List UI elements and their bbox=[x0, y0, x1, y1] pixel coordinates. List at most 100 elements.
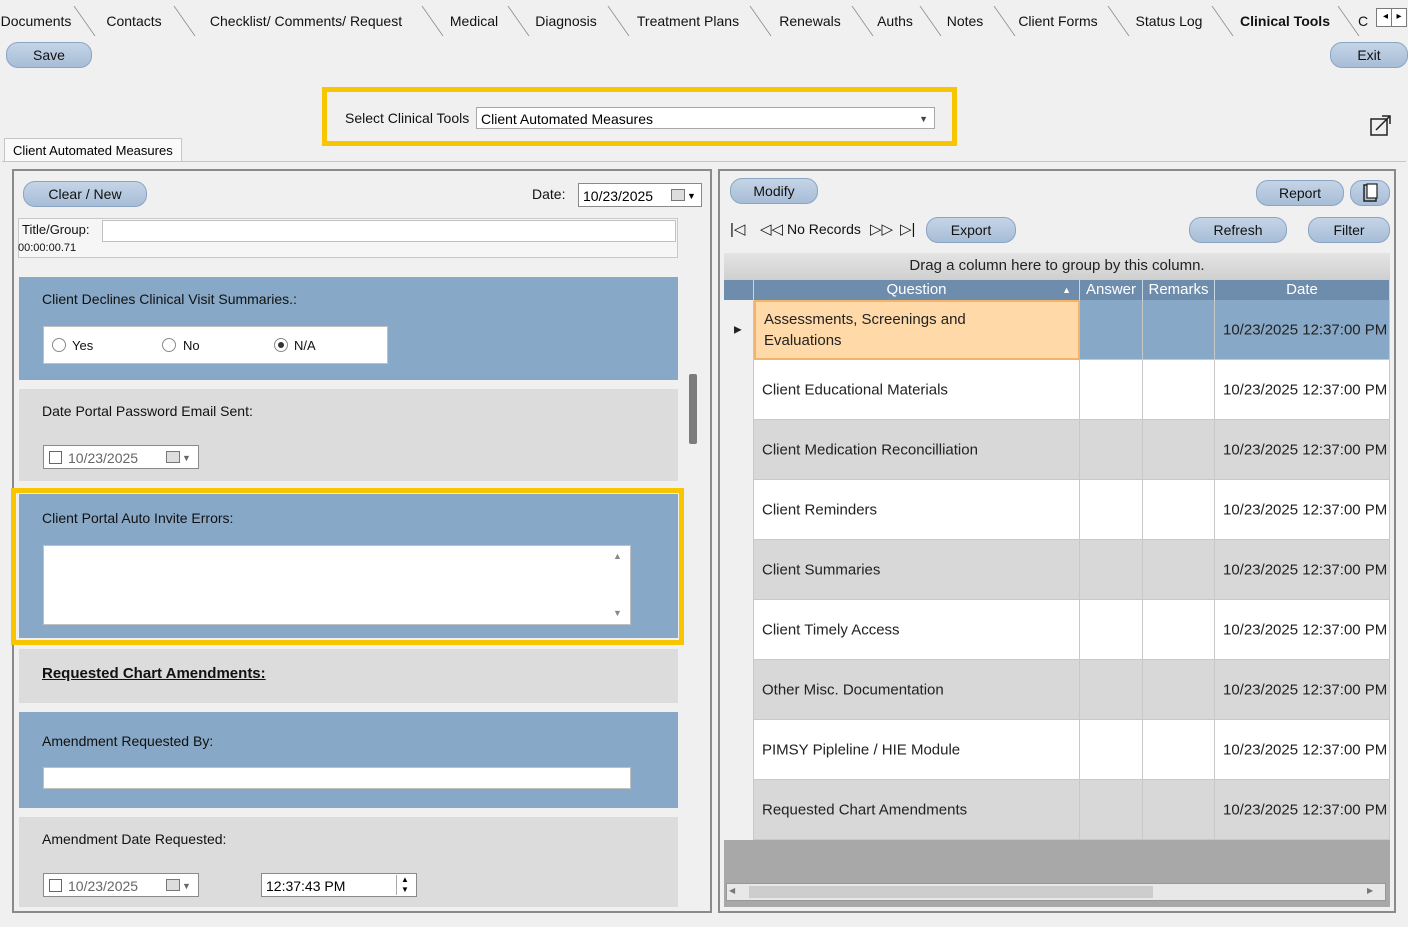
first-record-icon[interactable]: |◁ bbox=[730, 220, 745, 238]
clinical-tools-dropdown[interactable]: Client Automated Measures ▼ bbox=[476, 107, 935, 129]
table-row[interactable]: Client Educational Materials 10/23/2025 1… bbox=[724, 360, 1390, 420]
radio-yes[interactable] bbox=[52, 338, 66, 352]
tab-overflow[interactable]: C bbox=[1356, 8, 1370, 34]
cell-date[interactable]: 10/23/2025 12:37:00 PM bbox=[1215, 300, 1390, 360]
cell-remarks[interactable] bbox=[1143, 780, 1215, 840]
horizontal-scrollbar[interactable]: ◀ ▶ bbox=[726, 883, 1386, 901]
cell-answer[interactable] bbox=[1080, 660, 1143, 720]
cell-date[interactable]: 10/23/2025 12:37:00 PM bbox=[1215, 360, 1390, 420]
cell-answer[interactable] bbox=[1080, 600, 1143, 660]
title-group-input[interactable] bbox=[102, 220, 676, 242]
table-row[interactable]: Client Summaries 10/23/2025 12:37:00 PM bbox=[724, 540, 1390, 600]
cell-question[interactable]: Other Misc. Documentation bbox=[754, 660, 1080, 720]
table-row[interactable]: Client Timely Access 10/23/2025 12:37:00 … bbox=[724, 600, 1390, 660]
calendar-icon[interactable] bbox=[166, 451, 180, 463]
cell-remarks[interactable] bbox=[1143, 600, 1215, 660]
scroll-up-icon[interactable]: ▲ bbox=[613, 551, 622, 561]
tab-notes[interactable]: Notes bbox=[940, 8, 990, 34]
row-indicator[interactable] bbox=[724, 360, 754, 420]
cell-question[interactable]: Client Summaries bbox=[754, 540, 1080, 600]
tab-status-log[interactable]: Status Log bbox=[1128, 8, 1210, 34]
date-picker[interactable]: 10/23/2025 ▼ bbox=[578, 183, 702, 207]
cell-remarks[interactable] bbox=[1143, 720, 1215, 780]
column-header-answer[interactable]: Answer bbox=[1080, 280, 1143, 300]
cell-answer[interactable] bbox=[1080, 300, 1143, 360]
cell-remarks[interactable] bbox=[1143, 660, 1215, 720]
cell-remarks[interactable] bbox=[1143, 540, 1215, 600]
row-indicator[interactable] bbox=[724, 420, 754, 480]
cell-question[interactable]: PIMSY Pipleline / HIE Module bbox=[754, 720, 1080, 780]
cell-answer[interactable] bbox=[1080, 480, 1143, 540]
cell-remarks[interactable] bbox=[1143, 480, 1215, 540]
modify-button[interactable]: Modify bbox=[730, 178, 818, 204]
table-row[interactable]: Client Reminders 10/23/2025 12:37:00 PM bbox=[724, 480, 1390, 540]
tab-scroll-right-icon[interactable]: ▸ bbox=[1391, 8, 1407, 27]
requested-by-input[interactable] bbox=[43, 767, 631, 789]
table-row[interactable]: PIMSY Pipleline / HIE Module 10/23/2025 1… bbox=[724, 720, 1390, 780]
last-record-icon[interactable]: ▷| bbox=[900, 220, 915, 238]
cell-date[interactable]: 10/23/2025 12:37:00 PM bbox=[1215, 540, 1390, 600]
date-requested-checkbox[interactable] bbox=[49, 879, 62, 892]
radio-na[interactable] bbox=[274, 338, 288, 352]
cell-answer[interactable] bbox=[1080, 720, 1143, 780]
portal-email-date-picker[interactable]: 10/23/2025 ▼ bbox=[43, 445, 199, 469]
date-requested-picker[interactable]: 10/23/2025 ▼ bbox=[43, 873, 199, 897]
row-indicator[interactable] bbox=[724, 780, 754, 840]
cell-date[interactable]: 10/23/2025 12:37:00 PM bbox=[1215, 660, 1390, 720]
cell-date[interactable]: 10/23/2025 12:37:00 PM bbox=[1215, 720, 1390, 780]
row-indicator[interactable] bbox=[724, 660, 754, 720]
cell-answer[interactable] bbox=[1080, 360, 1143, 420]
tab-checklist[interactable]: Checklist/ Comments/ Request bbox=[196, 8, 416, 34]
row-indicator[interactable]: ▶ bbox=[724, 300, 754, 360]
exit-button[interactable]: Exit bbox=[1330, 42, 1408, 68]
cell-answer[interactable] bbox=[1080, 540, 1143, 600]
row-indicator[interactable] bbox=[724, 480, 754, 540]
horizontal-scrollbar-thumb[interactable] bbox=[749, 886, 1153, 898]
table-row[interactable]: Client Medication Reconcilliation 10/23/2… bbox=[724, 420, 1390, 480]
tab-medical[interactable]: Medical bbox=[444, 8, 504, 34]
tab-auths[interactable]: Auths bbox=[870, 8, 920, 34]
cell-answer[interactable] bbox=[1080, 420, 1143, 480]
cell-remarks[interactable] bbox=[1143, 360, 1215, 420]
radio-no[interactable] bbox=[162, 338, 176, 352]
row-indicator[interactable] bbox=[724, 540, 754, 600]
calendar-icon[interactable] bbox=[671, 189, 685, 201]
tab-contacts[interactable]: Contacts bbox=[96, 8, 172, 34]
cell-question[interactable]: Client Educational Materials bbox=[754, 360, 1080, 420]
tab-diagnosis[interactable]: Diagnosis bbox=[528, 8, 604, 34]
auto-invite-textarea[interactable] bbox=[43, 545, 631, 625]
scroll-right-icon[interactable]: ▶ bbox=[1367, 886, 1381, 898]
cell-question[interactable]: Assessments, Screenings and Evaluations bbox=[754, 300, 1080, 360]
spinner-icon[interactable]: ▲ ▼ bbox=[396, 875, 413, 895]
table-row[interactable]: Other Misc. Documentation 10/23/2025 12:3… bbox=[724, 660, 1390, 720]
report-button[interactable]: Report bbox=[1256, 180, 1344, 206]
portal-email-checkbox[interactable] bbox=[49, 451, 62, 464]
cell-date[interactable]: 10/23/2025 12:37:00 PM bbox=[1215, 420, 1390, 480]
cell-remarks[interactable] bbox=[1143, 300, 1215, 360]
next-page-icon[interactable]: ▷▷ bbox=[870, 220, 893, 238]
tab-client-automated-measures[interactable]: Client Automated Measures bbox=[4, 138, 182, 162]
tab-documents[interactable]: Documents bbox=[0, 8, 72, 34]
left-scrollbar-thumb[interactable] bbox=[689, 374, 697, 444]
column-header-date[interactable]: Date bbox=[1215, 280, 1390, 300]
cell-answer[interactable] bbox=[1080, 780, 1143, 840]
calendar-icon[interactable] bbox=[166, 879, 180, 891]
cell-remarks[interactable] bbox=[1143, 420, 1215, 480]
cell-question[interactable]: Client Reminders bbox=[754, 480, 1080, 540]
filter-button[interactable]: Filter bbox=[1308, 217, 1390, 243]
column-header-remarks[interactable]: Remarks bbox=[1143, 280, 1215, 300]
tab-renewals[interactable]: Renewals bbox=[772, 8, 848, 34]
cell-date[interactable]: 10/23/2025 12:37:00 PM bbox=[1215, 780, 1390, 840]
scroll-down-icon[interactable]: ▼ bbox=[613, 608, 622, 618]
save-button[interactable]: Save bbox=[6, 42, 92, 68]
cell-date[interactable]: 10/23/2025 12:37:00 PM bbox=[1215, 480, 1390, 540]
expand-icon[interactable] bbox=[1370, 114, 1392, 136]
cell-question[interactable]: Client Medication Reconcilliation bbox=[754, 420, 1080, 480]
time-requested-spinner[interactable]: 12:37:43 PM ▲ ▼ bbox=[261, 873, 417, 897]
row-indicator[interactable] bbox=[724, 600, 754, 660]
cell-question[interactable]: Requested Chart Amendments bbox=[754, 780, 1080, 840]
table-row[interactable]: Requested Chart Amendments 10/23/2025 12:… bbox=[724, 780, 1390, 840]
cell-question[interactable]: Client Timely Access bbox=[754, 600, 1080, 660]
row-indicator[interactable] bbox=[724, 720, 754, 780]
tab-clinical-tools[interactable]: Clinical Tools bbox=[1230, 8, 1340, 34]
